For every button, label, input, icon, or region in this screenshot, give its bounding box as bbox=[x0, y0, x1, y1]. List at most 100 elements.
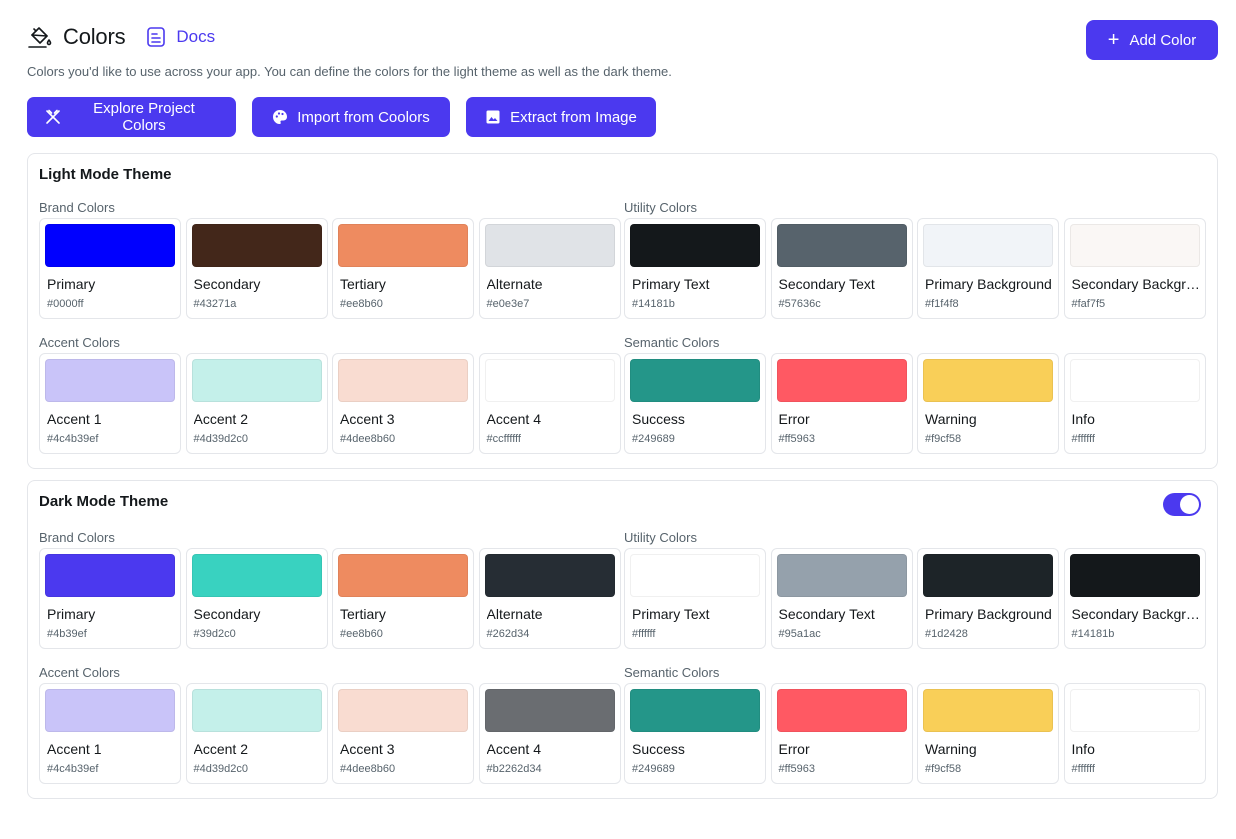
import-label: Import from Coolors bbox=[297, 108, 430, 126]
explore-project-colors-button[interactable]: Explore Project Colors bbox=[27, 97, 236, 137]
color-hex: #1d2428 bbox=[925, 628, 968, 640]
color-hex: #95a1ac bbox=[778, 628, 821, 640]
color-chip bbox=[191, 224, 322, 267]
color-hex: #ffffff bbox=[1071, 433, 1095, 445]
color-name: Accent 4 bbox=[486, 741, 541, 757]
color-hex: #ee8b60 bbox=[340, 298, 383, 310]
palette-icon bbox=[272, 109, 288, 125]
docs-label: Docs bbox=[176, 27, 216, 46]
import-from-coolors-button[interactable]: Import from Coolors bbox=[252, 97, 450, 137]
color-swatch-accent-1[interactable]: Accent 1 #4c4b39ef bbox=[39, 353, 181, 454]
group-label: Utility Colors bbox=[624, 530, 697, 545]
color-swatch-tertiary[interactable]: Tertiary #ee8b60 bbox=[332, 548, 474, 649]
color-chip bbox=[923, 689, 1053, 732]
color-swatch-secondary[interactable]: Secondary #43271a bbox=[185, 218, 328, 319]
dark-mode-theme-card: Dark Mode Theme Brand Colors Primary #4b3… bbox=[27, 480, 1218, 799]
color-name: Primary Background bbox=[925, 276, 1052, 292]
light-semantic-colors: Semantic Colors Success #249689 Error #ff59… bbox=[624, 335, 1210, 454]
color-chip bbox=[484, 224, 615, 267]
page-header: Colors Docs + Add Color bbox=[27, 20, 1218, 60]
document-icon bbox=[145, 26, 167, 48]
color-swatch-tertiary[interactable]: Tertiary #ee8b60 bbox=[332, 218, 474, 319]
extract-from-image-button[interactable]: Extract from Image bbox=[466, 97, 656, 137]
color-swatch-primary[interactable]: Primary #0000ff bbox=[39, 218, 181, 319]
color-chip bbox=[923, 359, 1053, 402]
color-name: Secondary Backgro... bbox=[1071, 606, 1202, 622]
color-name: Info bbox=[1071, 411, 1095, 427]
toggle-knob bbox=[1180, 495, 1199, 514]
color-swatch-accent-4[interactable]: Accent 4 #b2262d34 bbox=[478, 683, 621, 784]
color-chip bbox=[923, 554, 1053, 597]
color-swatch-secondary-text[interactable]: Secondary Text #95a1ac bbox=[770, 548, 913, 649]
docs-link[interactable]: Docs bbox=[145, 26, 215, 48]
color-chip bbox=[484, 359, 615, 402]
color-name: Alternate bbox=[486, 276, 543, 292]
color-swatch-accent-3[interactable]: Accent 3 #4dee8b60 bbox=[332, 683, 474, 784]
color-chip bbox=[45, 224, 175, 267]
color-hex: #39d2c0 bbox=[193, 628, 236, 640]
color-chip bbox=[923, 224, 1053, 267]
color-swatch-error[interactable]: Error #ff5963 bbox=[770, 353, 913, 454]
color-swatch-info[interactable]: Info #ffffff bbox=[1063, 683, 1206, 784]
dark-utility-colors: Utility Colors Primary Text #ffffff Second… bbox=[624, 530, 1210, 649]
color-swatch-secondary[interactable]: Secondary #39d2c0 bbox=[185, 548, 328, 649]
color-name: Accent 1 bbox=[47, 411, 102, 427]
color-chip bbox=[45, 359, 175, 402]
color-hex: #249689 bbox=[632, 763, 675, 775]
color-hex: #4d39d2c0 bbox=[193, 763, 248, 775]
color-swatch-primary-text[interactable]: Primary Text #ffffff bbox=[624, 548, 766, 649]
color-chip bbox=[191, 689, 322, 732]
color-swatch-secondary-backgro[interactable]: Secondary Backgro... #faf7f5 bbox=[1063, 218, 1206, 319]
color-swatch-accent-2[interactable]: Accent 2 #4d39d2c0 bbox=[185, 353, 328, 454]
color-swatch-success[interactable]: Success #249689 bbox=[624, 353, 766, 454]
color-swatch-warning[interactable]: Warning #f9cf58 bbox=[917, 353, 1059, 454]
color-chip bbox=[45, 689, 175, 732]
image-icon bbox=[485, 109, 501, 125]
color-hex: #4c4b39ef bbox=[47, 433, 99, 445]
color-swatch-alternate[interactable]: Alternate #e0e3e7 bbox=[478, 218, 621, 319]
color-chip bbox=[191, 554, 322, 597]
color-chip bbox=[630, 224, 760, 267]
group-label: Semantic Colors bbox=[624, 335, 720, 350]
color-swatch-info[interactable]: Info #ffffff bbox=[1063, 353, 1206, 454]
color-swatch-success[interactable]: Success #249689 bbox=[624, 683, 766, 784]
color-hex: #4d39d2c0 bbox=[193, 433, 248, 445]
color-chip bbox=[630, 359, 760, 402]
color-chip bbox=[630, 554, 760, 597]
color-swatch-accent-2[interactable]: Accent 2 #4d39d2c0 bbox=[185, 683, 328, 784]
color-swatch-primary[interactable]: Primary #4b39ef bbox=[39, 548, 181, 649]
palette-tools-icon bbox=[45, 109, 61, 125]
color-swatch-primary-text[interactable]: Primary Text #14181b bbox=[624, 218, 766, 319]
color-swatch-error[interactable]: Error #ff5963 bbox=[770, 683, 913, 784]
color-hex: #ff5963 bbox=[778, 433, 816, 445]
color-swatch-warning[interactable]: Warning #f9cf58 bbox=[917, 683, 1059, 784]
color-name: Secondary Backgro... bbox=[1071, 276, 1202, 292]
color-hex: #43271a bbox=[193, 298, 237, 310]
color-name: Alternate bbox=[486, 606, 543, 622]
color-hex: #4dee8b60 bbox=[340, 763, 396, 775]
color-chip bbox=[776, 359, 907, 402]
color-name: Warning bbox=[925, 411, 977, 427]
color-swatch-primary-background[interactable]: Primary Background #1d2428 bbox=[917, 548, 1059, 649]
add-color-button[interactable]: + Add Color bbox=[1086, 20, 1218, 60]
color-hex: #e0e3e7 bbox=[486, 298, 530, 310]
color-swatch-accent-3[interactable]: Accent 3 #4dee8b60 bbox=[332, 353, 474, 454]
color-chip bbox=[338, 554, 468, 597]
color-chip bbox=[45, 554, 175, 597]
dark-brand-colors: Brand Colors Primary #4b39ef Secondary #39d… bbox=[39, 530, 625, 649]
color-swatch-primary-background[interactable]: Primary Background #f1f4f8 bbox=[917, 218, 1059, 319]
dark-mode-toggle[interactable] bbox=[1163, 493, 1201, 516]
color-swatch-secondary-backgro[interactable]: Secondary Backgro... #14181b bbox=[1063, 548, 1206, 649]
color-swatch-alternate[interactable]: Alternate #262d34 bbox=[478, 548, 621, 649]
color-name: Warning bbox=[925, 741, 977, 757]
group-label: Accent Colors bbox=[39, 665, 120, 680]
dark-accent-colors: Accent Colors Accent 1 #4c4b39ef Accent 2 #… bbox=[39, 665, 625, 784]
color-name: Success bbox=[632, 411, 685, 427]
color-swatch-secondary-text[interactable]: Secondary Text #57636c bbox=[770, 218, 913, 319]
color-swatch-accent-1[interactable]: Accent 1 #4c4b39ef bbox=[39, 683, 181, 784]
color-chip bbox=[776, 689, 907, 732]
color-swatch-accent-4[interactable]: Accent 4 #ccffffff bbox=[478, 353, 621, 454]
color-chip bbox=[191, 359, 322, 402]
color-name: Primary Text bbox=[632, 276, 710, 292]
dark-accent-swatch-row: Accent 1 #4c4b39ef Accent 2 #4d39d2c0 Accent… bbox=[39, 683, 625, 784]
